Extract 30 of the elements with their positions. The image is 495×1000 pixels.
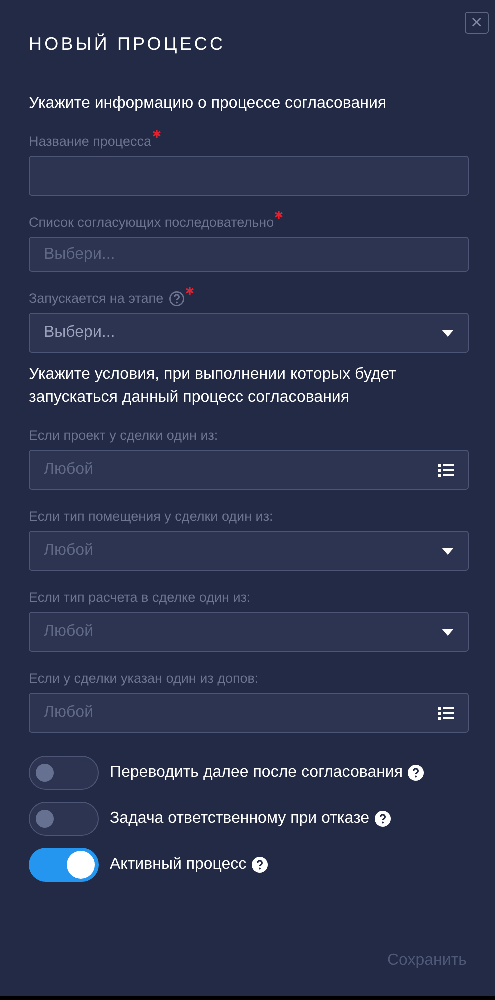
toggle-label: Задача ответственному при отказе [110, 810, 370, 828]
required-icon [186, 287, 194, 295]
toggle-switch[interactable] [29, 848, 99, 882]
help-icon[interactable] [252, 857, 268, 873]
caret-icon [442, 628, 454, 636]
required-icon [275, 211, 284, 219]
dialog-title: НОВЫЙ ПРОЦЕСС [29, 34, 227, 55]
help-icon[interactable] [374, 811, 391, 827]
close-button[interactable]: × [465, 12, 489, 34]
field-label: Если тип помещения у сделки один из: [29, 509, 274, 524]
help-icon[interactable] [408, 765, 424, 781]
field-label: Список согласующих последовательно [29, 215, 274, 230]
list-icon [438, 706, 454, 720]
caret-icon [442, 548, 454, 554]
field-label: Название процесса [29, 134, 152, 149]
toggle-switch[interactable] [29, 802, 99, 836]
input-field[interactable] [29, 156, 469, 196]
select-field[interactable]: Выбери... [29, 313, 469, 353]
toggle-label: Переводить далее после согласования [110, 764, 404, 782]
toggle-label: Активный процесс [110, 856, 247, 874]
field-label: Если тип расчета в сделке один из: [29, 590, 251, 605]
caret-icon [442, 330, 454, 336]
list-icon [438, 463, 454, 477]
section-heading: Укажите условия, при выполнении которых будет запускаться данный процесс согласования [29, 365, 398, 408]
field-label: Запускается на этапе [29, 291, 164, 306]
field-label: Если у сделки указан один из допов: [29, 671, 259, 686]
required-icon [152, 130, 161, 138]
field-label: Если проект у сделки один из: [29, 428, 218, 443]
section-heading: Укажите информацию о процессе согласования [29, 94, 388, 114]
toggle-switch[interactable] [29, 756, 99, 790]
